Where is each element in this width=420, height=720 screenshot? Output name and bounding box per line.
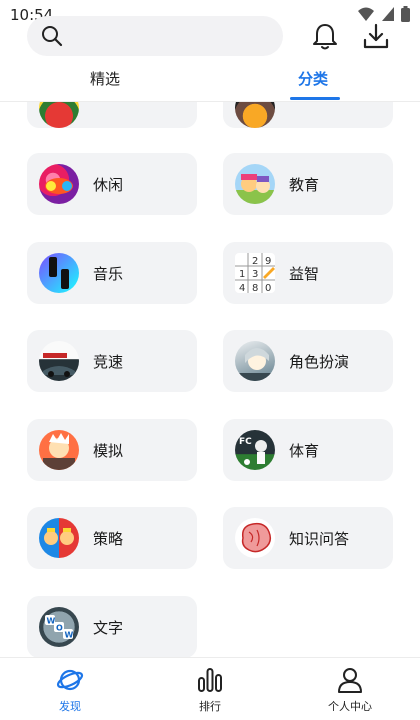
category-card-rpg[interactable]: 角色扮演 [223, 330, 393, 392]
ea-fc-soccer-icon: FC [235, 430, 275, 470]
category-label: 教育 [289, 176, 320, 194]
category-label: 音乐 [93, 265, 124, 283]
search-input[interactable] [71, 16, 271, 56]
category-card-sports[interactable]: FC 体育 [223, 419, 393, 481]
wow-words-icon: W O W [39, 607, 79, 647]
nav-ranking[interactable]: 排行 [140, 658, 280, 720]
svg-text:O: O [56, 624, 63, 633]
category-card-education[interactable]: 教育 [223, 153, 393, 215]
tab-featured[interactable]: 精选 [90, 68, 120, 89]
category-list[interactable]: 休闲 教育 音乐 2 9 1 3 4 8 0 益智 竞速 角色扮演 模拟 FC … [0, 102, 420, 657]
category-card-simulation[interactable]: 模拟 [27, 419, 197, 481]
svg-text:4: 4 [239, 283, 245, 293]
category-card-racing[interactable]: 竞速 [27, 330, 197, 392]
category-label: 文字 [93, 619, 124, 637]
svg-text:1: 1 [239, 269, 245, 280]
svg-text:W: W [65, 631, 74, 640]
nav-label: 排行 [199, 700, 221, 713]
asphalt-9-icon [39, 341, 79, 381]
active-tab-indicator [290, 97, 340, 100]
planet-icon [56, 669, 84, 691]
nav-profile[interactable]: 个人中心 [280, 658, 420, 720]
category-card-word[interactable]: W O W 文字 [27, 596, 197, 657]
nav-label: 个人中心 [328, 700, 372, 713]
game-2024-icon [235, 102, 275, 128]
anime-rpg-icon [235, 341, 275, 381]
svg-text:FC: FC [239, 437, 252, 447]
person-icon [338, 668, 362, 693]
top-tabs: 精选 分类 [0, 64, 420, 102]
category-card-music[interactable]: 音乐 [27, 242, 197, 304]
svg-text:0: 0 [265, 283, 271, 293]
category-label: 策略 [93, 530, 124, 548]
category-label: 竞速 [93, 353, 124, 371]
category-card-partial-left[interactable] [27, 102, 197, 128]
svg-text:2: 2 [252, 256, 258, 267]
category-label: 休闲 [93, 176, 124, 194]
category-card-puzzle[interactable]: 2 9 1 3 4 8 0 益智 [223, 242, 393, 304]
brain-test-icon [235, 518, 275, 558]
piano-tiles-icon [39, 253, 79, 293]
candy-game-icon [39, 164, 79, 204]
nav-discover[interactable]: 发现 [0, 658, 140, 720]
nav-label: 发现 [59, 700, 81, 713]
toca-world-icon [235, 164, 275, 204]
category-card-partial-right[interactable] [223, 102, 393, 128]
svg-text:9: 9 [265, 256, 271, 267]
bell-icon [313, 24, 337, 50]
download-icon [363, 23, 389, 49]
bottom-navigation: 发现 排行 个人中心 [0, 657, 420, 720]
uno-game-icon [39, 102, 79, 128]
battery-icon [401, 6, 410, 22]
sudoku-icon: 2 9 1 3 4 8 0 [235, 253, 275, 293]
category-label: 角色扮演 [289, 353, 350, 371]
cooking-game-icon [39, 430, 79, 470]
category-card-strategy[interactable]: 策略 [27, 507, 197, 569]
category-label: 知识问答 [289, 530, 350, 548]
clash-royale-icon [39, 518, 79, 558]
category-card-trivia[interactable]: 知识问答 [223, 507, 393, 569]
category-label: 益智 [289, 265, 320, 283]
search-bar[interactable] [27, 16, 283, 56]
category-label: 模拟 [93, 442, 124, 460]
search-icon [42, 26, 63, 47]
app-screen: 10:54 精选 分类 休闲 教育 音乐 2 9 1 3 4 8 0 益智 竞速… [0, 0, 420, 720]
tab-categories[interactable]: 分类 [298, 68, 328, 89]
svg-text:8: 8 [252, 283, 258, 293]
notification-button[interactable] [309, 20, 341, 52]
category-label: 体育 [289, 442, 320, 460]
download-button[interactable] [360, 20, 392, 52]
svg-text:3: 3 [252, 269, 258, 280]
bar-chart-icon [198, 668, 222, 692]
category-card-casual[interactable]: 休闲 [27, 153, 197, 215]
